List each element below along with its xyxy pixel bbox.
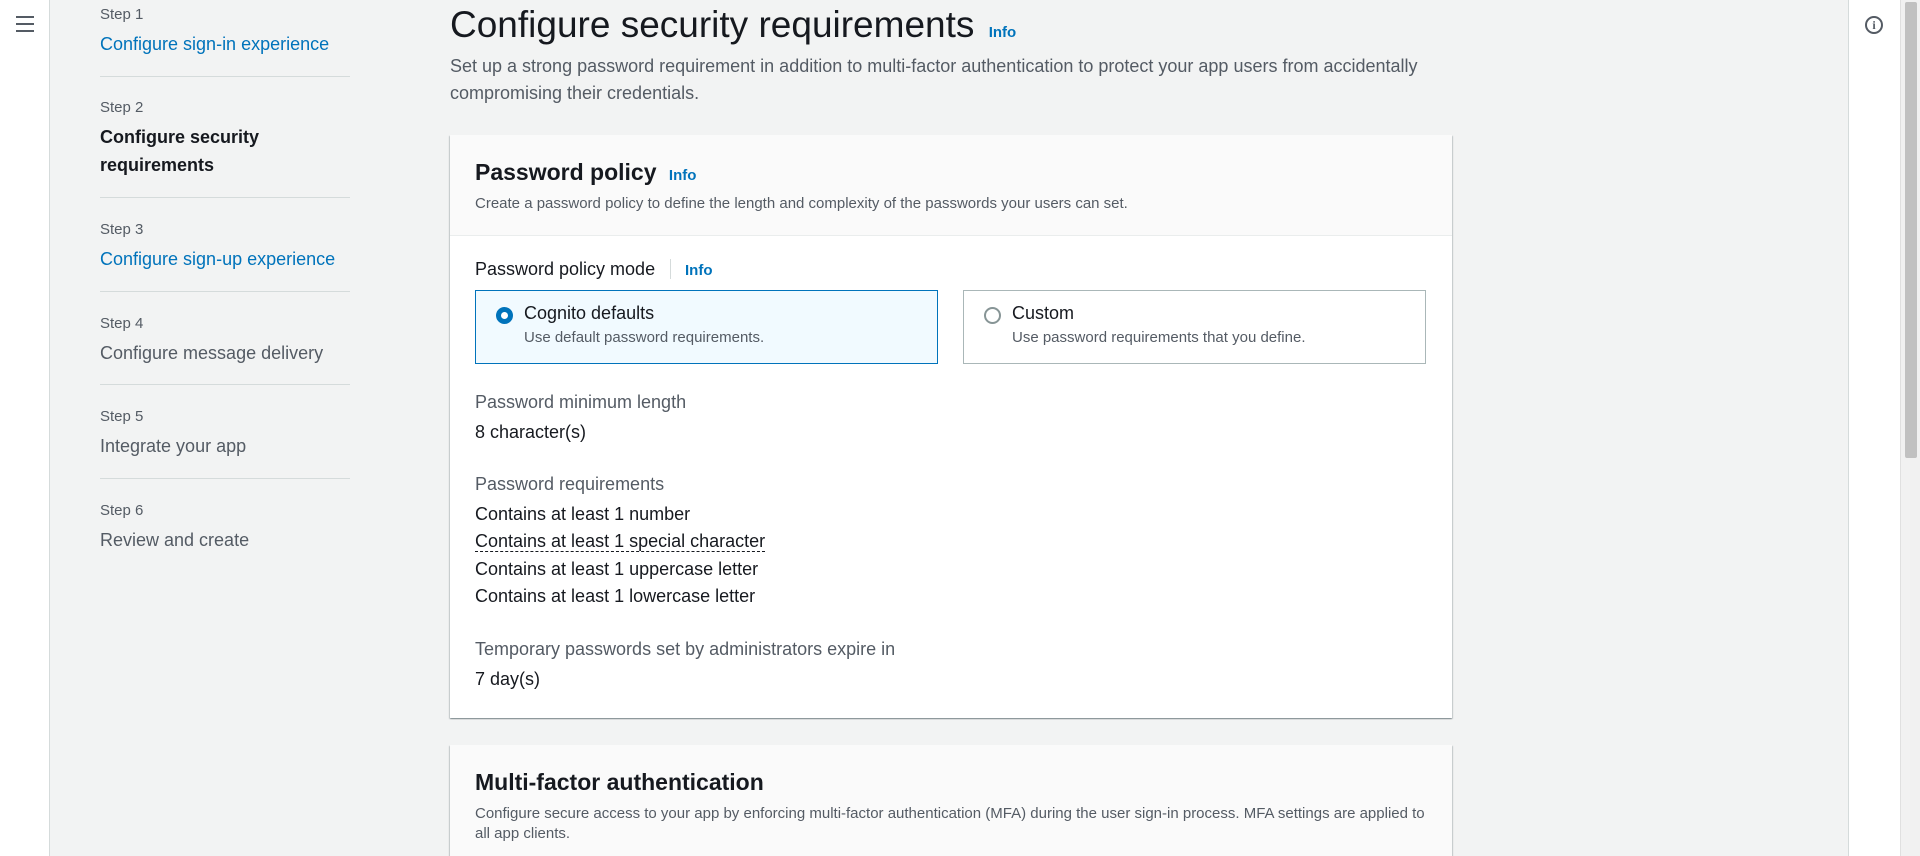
mode-label-text: Password policy mode (475, 259, 656, 279)
page-description: Set up a strong password requirement in … (450, 56, 1418, 103)
scrollbar-thumb[interactable] (1905, 2, 1917, 458)
mfa-description: Configure secure access to your app by e… (475, 805, 1425, 842)
password-policy-card: Password policy Info Create a password p… (450, 135, 1452, 718)
step-1: Step 1 Configure sign-in experience (100, 6, 350, 77)
temp-expiry-label: Temporary passwords set by administrator… (475, 639, 896, 659)
temp-expiry-value: 7 day(s) (475, 669, 541, 689)
card-header: Password policy Info Create a password p… (450, 135, 1452, 236)
requirement-text[interactable]: Contains at least 1 special character (475, 531, 766, 552)
page-title: Configure security requirements Info (450, 4, 1016, 46)
mfa-title: Multi-factor authentication (475, 769, 764, 795)
step-number: Step 1 (100, 6, 144, 23)
step-integrate-app: Integrate your app (100, 436, 247, 456)
step-number: Step 2 (100, 99, 144, 116)
requirement-item: Contains at least 1 lowercase letter (475, 586, 756, 606)
card-title: Password policy Info (475, 159, 1427, 186)
mode-info-link[interactable]: Info (685, 262, 713, 279)
min-length-label: Password minimum length (475, 392, 687, 412)
info-circle-icon[interactable]: i (1865, 16, 1883, 34)
step-4: Step 4 Configure message delivery (100, 315, 350, 385)
requirement-item: Contains at least 1 uppercase letter (475, 559, 759, 579)
step-number: Step 5 (100, 408, 144, 425)
requirements-label: Password requirements (475, 474, 665, 494)
option-title: Custom (1012, 303, 1075, 323)
step-2: Step 2 Configure security requirements (100, 99, 350, 198)
step-5: Step 5 Integrate your app (100, 408, 350, 479)
option-title: Cognito defaults (524, 303, 655, 323)
password-policy-info-link[interactable]: Info (669, 167, 697, 184)
left-navigation-rail (0, 0, 50, 856)
step-number: Step 3 (100, 221, 144, 238)
step-link-sign-up[interactable]: Configure sign-up experience (100, 245, 350, 273)
step-number: Step 6 (100, 502, 144, 519)
mfa-card-header: Multi-factor authentication Configure se… (450, 745, 1452, 856)
page-title-text: Configure security requirements (450, 4, 975, 45)
min-length-value: 8 character(s) (475, 422, 587, 442)
mfa-card: Multi-factor authentication Configure se… (450, 745, 1452, 856)
radio-unselected-icon[interactable] (984, 307, 1001, 324)
option-description: Use password requirements that you defin… (1012, 329, 1306, 346)
hamburger-icon[interactable] (16, 16, 34, 32)
step-link-sign-in[interactable]: Configure sign-in experience (100, 30, 350, 58)
requirement-item: Contains at least 1 number (475, 504, 691, 524)
label-divider (669, 259, 671, 279)
step-6: Step 6 Review and create (100, 502, 350, 552)
step-current-security: Configure security requirements (100, 127, 260, 175)
password-policy-title: Password policy (475, 159, 657, 185)
page-scrollbar[interactable] (1900, 0, 1920, 856)
right-tools-rail: i (1848, 0, 1900, 856)
page-info-link[interactable]: Info (989, 24, 1017, 41)
step-number: Step 4 (100, 315, 144, 332)
password-policy-description: Create a password policy to define the l… (475, 195, 1128, 212)
step-3: Step 3 Configure sign-up experience (100, 221, 350, 292)
cognito-defaults-option[interactable]: Cognito defaults Use default password re… (475, 290, 938, 364)
password-policy-mode-label: Password policy mode Info (475, 259, 713, 280)
custom-option[interactable]: Custom Use password requirements that yo… (963, 290, 1426, 364)
requirement-item-special-character[interactable]: Contains at least 1 special character (475, 531, 766, 552)
step-review-create: Review and create (100, 530, 250, 550)
radio-selected-icon[interactable] (496, 307, 513, 324)
option-description: Use default password requirements. (524, 329, 765, 346)
step-message-delivery: Configure message delivery (100, 343, 324, 363)
